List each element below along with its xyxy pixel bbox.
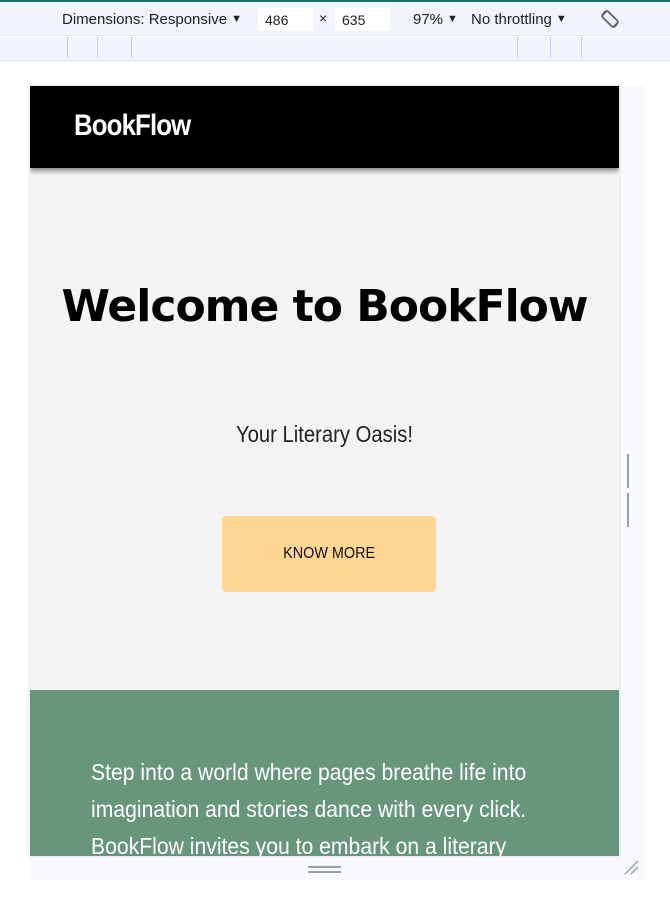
device-viewport: BookFlow Welcome to BookFlow Your Litera… <box>30 86 619 856</box>
ruler-marker <box>97 37 98 58</box>
hero-subtitle: Your Literary Oasis! <box>235 421 413 447</box>
device-toolbar: Dimensions: Responsive ▼ × 97% ▼ No thro… <box>0 2 670 36</box>
resize-handle-bottom[interactable] <box>308 866 341 873</box>
zoom-dropdown[interactable]: 97% ▼ <box>413 2 458 36</box>
zoom-label: 97% <box>413 10 444 28</box>
hero-title: Welcome to BookFlow <box>61 281 588 332</box>
throttling-chevron-icon: ▼ <box>555 13 567 25</box>
ruler-marker <box>517 37 518 58</box>
about-text: Step into a world where pages breathe li… <box>91 759 527 856</box>
ruler-marker <box>550 37 551 58</box>
height-input[interactable] <box>335 8 390 31</box>
media-query-ruler <box>0 37 670 61</box>
about-section: Step into a world where pages breathe li… <box>30 690 619 856</box>
ruler-marker <box>131 37 132 58</box>
rotate-icon <box>601 9 619 29</box>
throttling-dropdown[interactable]: No throttling ▼ <box>471 2 567 36</box>
dimensions-chevron-icon: ▼ <box>231 13 242 25</box>
ruler-marker <box>581 37 582 58</box>
rotate-button[interactable] <box>598 2 622 36</box>
know-more-label: KNOW MORE <box>283 545 375 562</box>
zoom-chevron-icon: ▼ <box>447 13 458 25</box>
dimension-separator: × <box>319 10 328 26</box>
corner-resize-icon[interactable] <box>622 858 640 876</box>
width-input[interactable] <box>258 8 313 31</box>
ruler-marker <box>67 37 68 58</box>
site-header: BookFlow <box>30 86 619 168</box>
dimensions-label: Dimensions: Responsive <box>62 10 228 28</box>
dimensions-dropdown[interactable]: Dimensions: Responsive ▼ <box>62 2 242 36</box>
site-logo[interactable]: BookFlow <box>74 109 191 143</box>
throttling-label: No throttling <box>471 10 552 28</box>
resize-handle-right[interactable] <box>627 454 634 527</box>
know-more-button[interactable]: KNOW MORE <box>222 516 436 592</box>
